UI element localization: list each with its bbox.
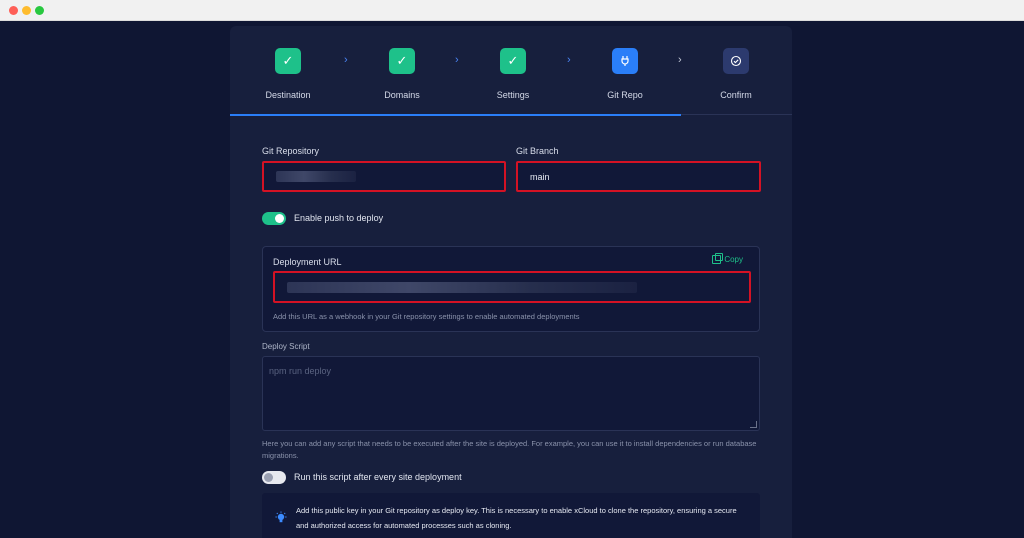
step-label: Confirm: [720, 90, 752, 100]
step-label: Git Repo: [607, 90, 643, 100]
run-script-label: Run this script after every site deploym…: [294, 472, 462, 482]
push-to-deploy-label: Enable push to deploy: [294, 213, 384, 223]
setup-stepper: ✓ Destination › ✓ Domains › ✓ Settings ›…: [230, 26, 792, 116]
toggle-knob: [275, 214, 284, 223]
check-icon: ✓: [275, 48, 301, 74]
check-icon: ✓: [389, 48, 415, 74]
deployment-url-label: Deployment URL: [273, 257, 342, 267]
deploy-key-info-text: Add this public key in your Git reposito…: [296, 506, 737, 530]
deployment-url-card: Deployment URL Copy Add this URL as a we…: [262, 246, 760, 332]
browser-window: ✓ Destination › ✓ Domains › ✓ Settings ›…: [0, 0, 1024, 538]
copy-label: Copy: [724, 255, 743, 264]
deploy-script-hint: Here you can add any script that needs t…: [262, 439, 757, 460]
step-destination[interactable]: ✓ Destination: [230, 26, 342, 115]
maximize-window-dot[interactable]: [35, 6, 44, 15]
git-branch-label: Git Branch: [516, 146, 559, 156]
minimize-window-dot[interactable]: [22, 6, 31, 15]
confirm-icon: [723, 48, 749, 74]
git-repository-label: Git Repository: [262, 146, 320, 156]
deploy-script-label: Deploy Script: [262, 342, 310, 351]
redacted-value: [276, 171, 356, 182]
push-to-deploy-toggle[interactable]: [262, 212, 286, 225]
site-setup-panel: ✓ Destination › ✓ Domains › ✓ Settings ›…: [230, 26, 792, 538]
check-icon: ✓: [500, 48, 526, 74]
copy-button[interactable]: Copy: [712, 253, 743, 264]
close-window-dot[interactable]: [9, 6, 18, 15]
deploy-script-placeholder: npm run deploy: [269, 366, 332, 376]
toggle-knob: [264, 473, 273, 482]
lightbulb-icon: [274, 511, 288, 525]
step-settings[interactable]: ✓ Settings: [455, 26, 567, 115]
step-label: Settings: [496, 90, 530, 100]
resize-handle[interactable]: [750, 421, 757, 428]
step-label: Destination: [265, 90, 311, 100]
git-icon: [612, 48, 638, 74]
copy-icon: [712, 253, 724, 264]
stepper-progress-bar: [230, 114, 681, 116]
step-label: Domains: [384, 90, 420, 100]
deployment-url-field[interactable]: [273, 271, 751, 303]
step-domains[interactable]: ✓ Domains: [344, 26, 456, 115]
step-git-repo[interactable]: Git Repo: [567, 26, 679, 115]
window-titlebar: [0, 0, 1024, 21]
deploy-key-info-box: Add this public key in your Git reposito…: [262, 493, 760, 538]
git-branch-input[interactable]: main: [516, 161, 761, 192]
deployment-url-hint: Add this URL as a webhook in your Git re…: [273, 312, 580, 321]
step-confirm[interactable]: Confirm: [678, 26, 790, 115]
git-repository-input[interactable]: [262, 161, 506, 192]
deploy-script-textarea[interactable]: npm run deploy: [262, 356, 760, 431]
git-branch-value: main: [530, 171, 550, 182]
redacted-value: [287, 281, 637, 293]
run-script-toggle[interactable]: [262, 471, 286, 484]
